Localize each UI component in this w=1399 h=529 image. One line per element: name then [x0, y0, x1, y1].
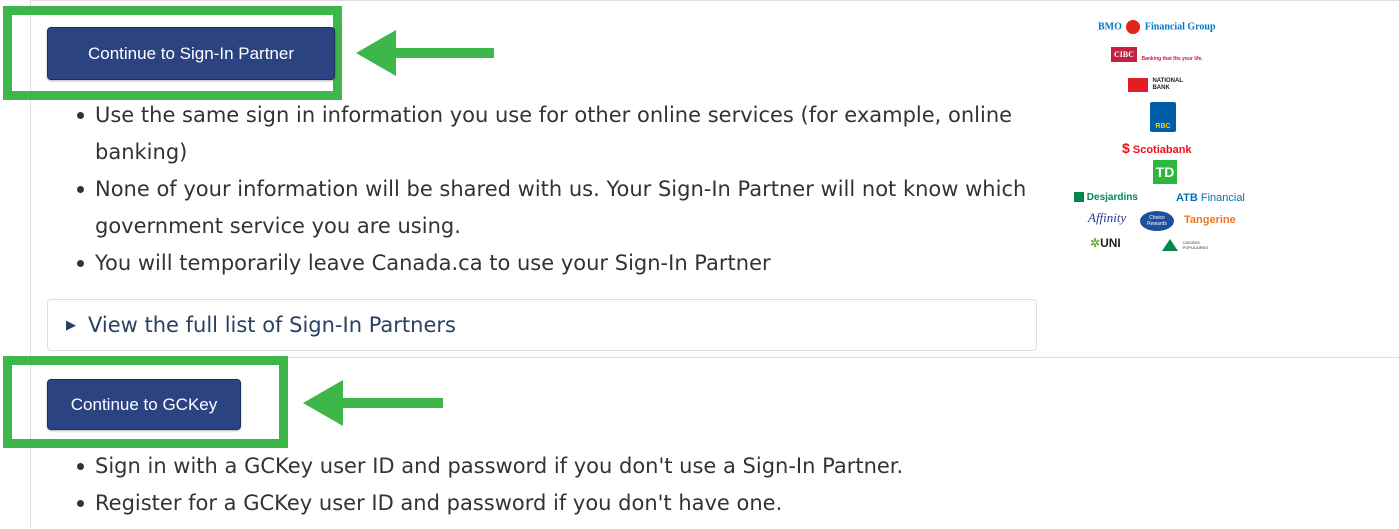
caisses-populaires-logo: CAISSES POPULAIRES: [1162, 236, 1216, 254]
list-item: You will temporarily leave Canada.ca to …: [48, 245, 1048, 282]
cibc-logo: CIBC Banking that fits your life.: [1111, 44, 1203, 62]
national-bank-logo: NATIONAL BANK: [1128, 76, 1190, 94]
affinity-logo: Affinity: [1088, 210, 1127, 225]
partner-logos: BMO Financial Group CIBC Banking that fi…: [1070, 14, 1260, 264]
arrow-left-icon: [303, 380, 443, 426]
gckey-info-list: Sign in with a GCKey user ID and passwor…: [48, 448, 1048, 522]
list-item: Use the same sign in information you use…: [48, 97, 1048, 171]
sign-in-partner-benefits-list: Use the same sign in information you use…: [48, 97, 1048, 282]
bmo-logo: BMO Financial Group: [1098, 20, 1216, 34]
tangerine-logo: Tangerine: [1184, 214, 1236, 226]
continue-to-sign-in-partner-button[interactable]: Continue to Sign-In Partner: [47, 27, 335, 80]
arrow-left-icon: [356, 30, 494, 76]
td-logo: TD: [1153, 160, 1177, 184]
continue-to-gckey-button[interactable]: Continue to GCKey: [47, 379, 241, 430]
details-summary-label: View the full list of Sign-In Partners: [88, 313, 456, 337]
list-item: None of your information will be shared …: [48, 171, 1048, 245]
choice-rewards-logo: Choice Rewards: [1140, 211, 1174, 231]
desjardins-logo: Desjardins: [1074, 192, 1138, 203]
uni-logo: ✲UNI: [1090, 236, 1121, 250]
list-item: Sign in with a GCKey user ID and passwor…: [48, 448, 1048, 485]
triangle-right-icon: ▶: [66, 317, 76, 333]
list-item: Register for a GCKey user ID and passwor…: [48, 485, 1048, 522]
rbc-logo: RBC: [1150, 102, 1176, 132]
view-sign-in-partners-toggle[interactable]: ▶ View the full list of Sign-In Partners: [47, 299, 1037, 351]
scotiabank-logo: $ Scotiabank: [1122, 140, 1192, 156]
atb-logo: ATB Financial: [1176, 192, 1245, 204]
